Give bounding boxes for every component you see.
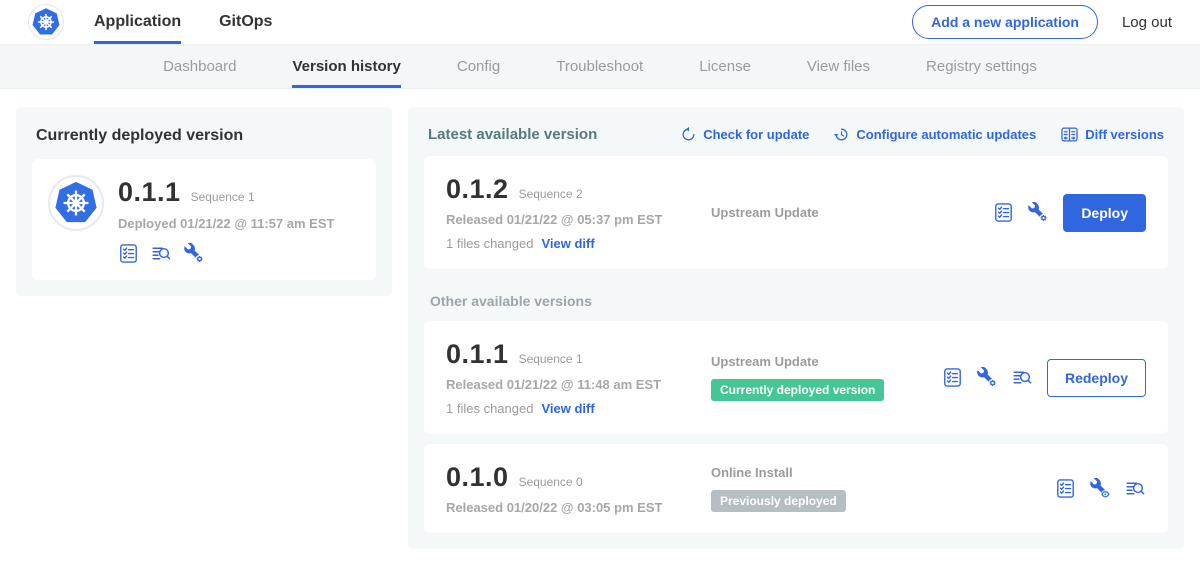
version-info: 0.1.1 Sequence 1 Released 01/21/22 @ 11:… xyxy=(446,339,711,416)
configure-updates-link[interactable]: Configure automatic updates xyxy=(833,126,1036,143)
top-navbar: Application GitOps Add a new application… xyxy=(0,0,1200,45)
nav-tab-gitops[interactable]: GitOps xyxy=(219,0,272,44)
sequence-label: Sequence 2 xyxy=(519,187,583,201)
subnav-license[interactable]: License xyxy=(699,45,751,88)
deployed-actions xyxy=(118,243,334,264)
deploy-logs-icon[interactable] xyxy=(1125,478,1146,499)
redeploy-button[interactable]: Redeploy xyxy=(1047,359,1146,397)
deployed-version-card: 0.1.1 Sequence 1 Deployed 01/21/22 @ 11:… xyxy=(32,159,376,280)
main-content: Currently deployed version 0.1.1 Sequenc… xyxy=(0,89,1200,549)
configure-updates-label: Configure automatic updates xyxy=(856,127,1036,142)
edit-config-icon[interactable] xyxy=(1028,202,1049,223)
source-label: Upstream Update xyxy=(711,205,993,220)
kubernetes-icon xyxy=(53,180,99,226)
version-number: 0.1.0 xyxy=(446,462,509,493)
sequence-label: Sequence 0 xyxy=(519,475,583,489)
subnav-version-history[interactable]: Version history xyxy=(292,45,400,88)
subnav-registry-settings[interactable]: Registry settings xyxy=(926,45,1037,88)
add-application-button[interactable]: Add a new application xyxy=(912,5,1098,39)
version-card-0-1-1: 0.1.1 Sequence 1 Released 01/21/22 @ 11:… xyxy=(424,321,1168,434)
latest-version-header: Latest available version Check for updat… xyxy=(428,125,1164,144)
version-number: 0.1.2 xyxy=(446,174,509,205)
previously-deployed-badge: Previously deployed xyxy=(711,490,846,512)
schedule-icon xyxy=(833,126,850,143)
version-history-panel: Latest available version Check for updat… xyxy=(408,107,1184,549)
files-changed-label: 1 files changed xyxy=(446,401,533,416)
deploy-logs-icon[interactable] xyxy=(1012,367,1033,388)
released-timestamp: Released 01/21/22 @ 05:37 pm EST xyxy=(446,212,711,227)
view-diff-link[interactable]: View diff xyxy=(541,401,594,416)
edit-config-icon[interactable] xyxy=(184,243,205,264)
release-notes-icon[interactable] xyxy=(1055,478,1076,499)
kubernetes-icon xyxy=(31,7,61,37)
deploy-button[interactable]: Deploy xyxy=(1063,194,1146,232)
diff-icon xyxy=(1060,125,1079,144)
released-timestamp: Released 01/21/22 @ 11:48 am EST xyxy=(446,377,711,392)
view-diff-link[interactable]: View diff xyxy=(541,236,594,251)
view-config-icon[interactable] xyxy=(1090,478,1111,499)
deployed-panel-title: Currently deployed version xyxy=(36,127,376,145)
sequence-label: Sequence 1 xyxy=(191,190,255,204)
sequence-label: Sequence 1 xyxy=(519,352,583,366)
release-notes-icon[interactable] xyxy=(118,243,139,264)
latest-version-title: Latest available version xyxy=(428,126,597,143)
released-timestamp: Released 01/20/22 @ 03:05 pm EST xyxy=(446,500,711,515)
refresh-icon xyxy=(680,126,697,143)
check-for-update-link[interactable]: Check for update xyxy=(680,126,809,143)
version-source: Online Install Previously deployed xyxy=(711,465,1055,512)
nav-tabs: Application GitOps xyxy=(94,0,272,44)
diff-versions-link[interactable]: Diff versions xyxy=(1060,125,1164,144)
version-card-actions: Redeploy xyxy=(942,359,1146,397)
nav-tab-application[interactable]: Application xyxy=(94,0,181,44)
edit-config-icon[interactable] xyxy=(977,367,998,388)
logout-button[interactable]: Log out xyxy=(1122,14,1172,31)
subnav-view-files[interactable]: View files xyxy=(807,45,870,88)
version-card-actions: Deploy xyxy=(993,194,1146,232)
files-changed-label: 1 files changed xyxy=(446,236,533,251)
version-number: 0.1.1 xyxy=(446,339,509,370)
check-for-update-label: Check for update xyxy=(703,127,809,142)
app-icon-badge xyxy=(48,175,104,231)
other-versions-title: Other available versions xyxy=(430,293,1162,309)
source-label: Upstream Update xyxy=(711,354,942,369)
version-info: 0.1.2 Sequence 2 Released 01/21/22 @ 05:… xyxy=(446,174,711,251)
version-actions: Check for update Configure automatic upd… xyxy=(680,125,1164,144)
source-label: Online Install xyxy=(711,465,1055,480)
version-source: Upstream Update Currently deployed versi… xyxy=(711,354,942,401)
currently-deployed-badge: Currently deployed version xyxy=(711,379,884,401)
diff-versions-label: Diff versions xyxy=(1085,127,1164,142)
version-card-0-1-2: 0.1.2 Sequence 2 Released 01/21/22 @ 05:… xyxy=(424,156,1168,269)
currently-deployed-panel: Currently deployed version 0.1.1 Sequenc… xyxy=(16,107,392,296)
version-card-actions xyxy=(1055,478,1146,499)
deployed-timestamp: Deployed 01/21/22 @ 11:57 am EST xyxy=(118,216,334,231)
release-notes-icon[interactable] xyxy=(942,367,963,388)
release-notes-icon[interactable] xyxy=(993,202,1014,223)
subnav-dashboard[interactable]: Dashboard xyxy=(163,45,236,88)
deploy-logs-icon[interactable] xyxy=(151,243,172,264)
version-info: 0.1.0 Sequence 0 Released 01/20/22 @ 03:… xyxy=(446,462,711,515)
subnav-config[interactable]: Config xyxy=(457,45,500,88)
subnav-troubleshoot[interactable]: Troubleshoot xyxy=(556,45,643,88)
version-number: 0.1.1 xyxy=(118,177,181,208)
version-card-0-1-0: 0.1.0 Sequence 0 Released 01/20/22 @ 03:… xyxy=(424,444,1168,533)
version-source: Upstream Update xyxy=(711,205,993,220)
navbar-right: Add a new application Log out xyxy=(912,0,1172,44)
app-logo[interactable] xyxy=(28,4,64,40)
deployed-version-info: 0.1.1 Sequence 1 Deployed 01/21/22 @ 11:… xyxy=(118,175,334,264)
app-subnav: Dashboard Version history Config Trouble… xyxy=(0,45,1200,89)
